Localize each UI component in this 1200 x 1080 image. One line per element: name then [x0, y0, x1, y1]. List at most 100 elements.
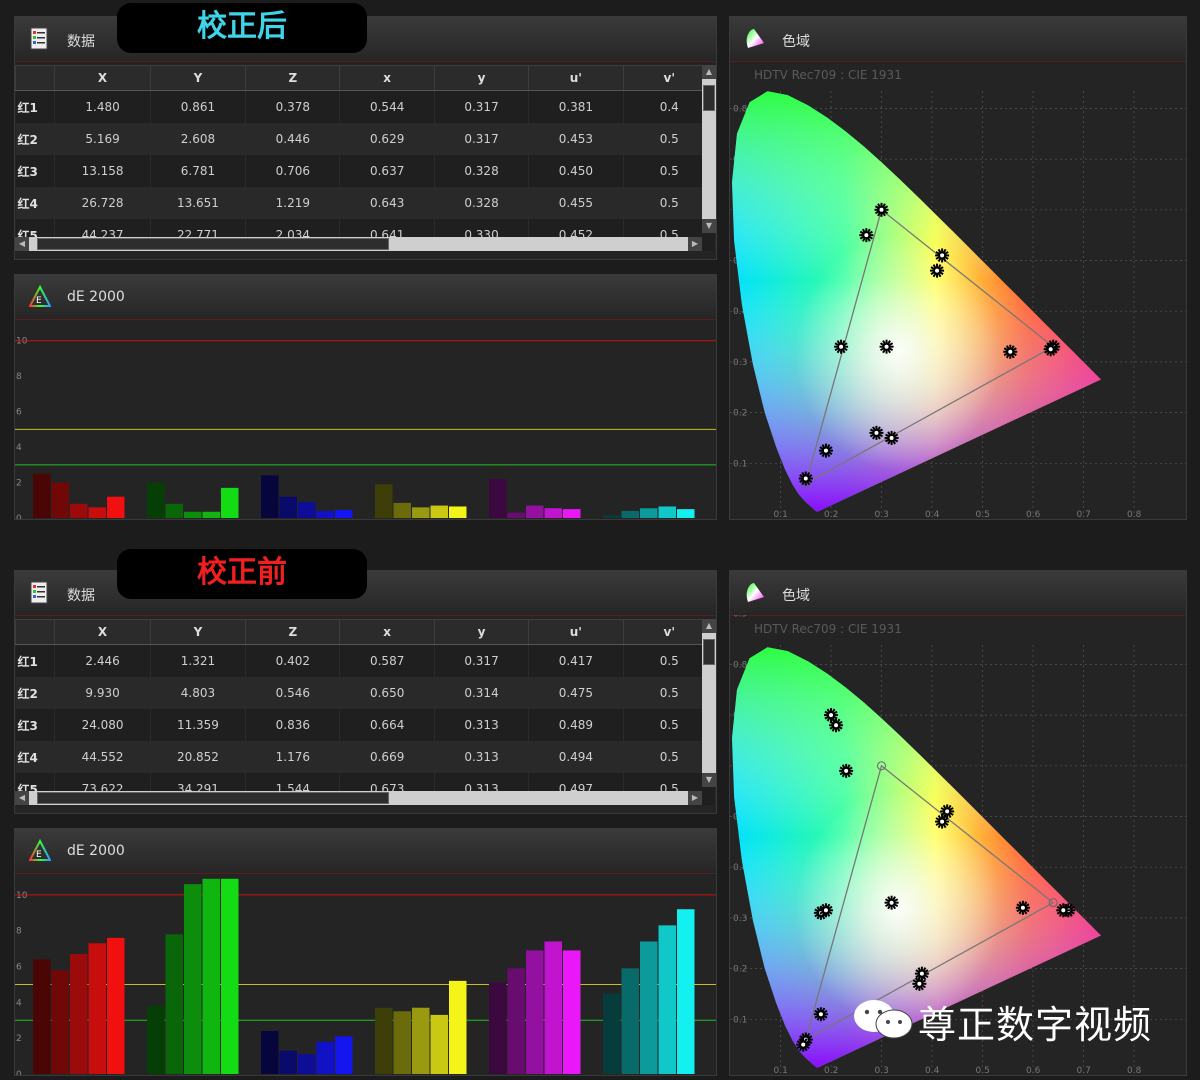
de-bar — [544, 508, 562, 518]
scroll-thumb[interactable] — [703, 639, 715, 665]
de-bar — [221, 878, 239, 1074]
column-header[interactable]: Z — [245, 619, 341, 645]
scroll-down-button[interactable]: ▼ — [702, 773, 716, 787]
measured-point-center — [801, 1042, 806, 1047]
table-cell: 0.453 — [528, 123, 624, 155]
x-tick-label: 0.1 — [774, 510, 788, 519]
column-header[interactable]: u' — [528, 65, 624, 91]
table-cell: 0.669 — [339, 741, 435, 773]
panel-title: 色域 — [782, 588, 810, 604]
table-cell: 0.489 — [528, 709, 624, 741]
measured-point-center — [1020, 905, 1025, 910]
horizontal-scrollbar[interactable]: ◀ ▶ — [15, 791, 702, 805]
row-label: 红4 — [15, 187, 56, 219]
vertical-scrollbar[interactable]: ▲ ▼ — [702, 619, 716, 787]
table-row[interactable]: 红2 5.169 2.608 0.446 0.629 0.317 0.453 0.5 — [15, 123, 716, 155]
measured-point-center — [945, 809, 950, 814]
table-cell: 0.313 — [434, 741, 530, 773]
measured-point-center — [839, 344, 844, 349]
de-bar — [107, 937, 125, 1074]
column-header[interactable]: x — [339, 619, 435, 645]
column-header[interactable]: X — [54, 65, 151, 91]
y-tick-label: 0.3 — [733, 914, 747, 924]
de-bar — [51, 970, 69, 1074]
measured-point-center — [874, 430, 879, 435]
table-cell: 24.080 — [54, 709, 151, 741]
de-bar — [449, 506, 467, 518]
de-bar — [563, 509, 581, 518]
scroll-right-button[interactable]: ▶ — [688, 237, 702, 251]
scroll-up-button[interactable]: ▲ — [702, 65, 716, 79]
x-tick-label: 0.8 — [1127, 1066, 1142, 1075]
de-bar — [70, 954, 88, 1074]
delta-e-icon: E — [29, 285, 51, 307]
de-bar — [298, 502, 316, 518]
scroll-thumb[interactable] — [703, 85, 715, 111]
table-cell: 13.158 — [54, 155, 151, 187]
de-bar — [298, 1054, 316, 1074]
de-bar — [677, 509, 695, 518]
table-row[interactable]: 红1 1.480 0.861 0.378 0.544 0.317 0.381 0.4 — [15, 90, 716, 123]
measured-point-center — [889, 900, 894, 905]
table-cell: 0.637 — [339, 155, 435, 187]
column-header[interactable]: Y — [149, 65, 247, 91]
de-bar — [563, 950, 581, 1074]
column-header[interactable]: y — [433, 65, 530, 91]
column-header[interactable]: Z — [245, 65, 341, 91]
de-bar — [261, 475, 279, 518]
color-gamut-icon — [746, 583, 764, 602]
table-cell: 0.587 — [339, 644, 435, 677]
y-tick-label: 0.1 — [733, 459, 747, 469]
measured-point-center — [889, 435, 894, 440]
measured-point-center — [864, 233, 869, 238]
table-cell: 0.861 — [150, 90, 247, 123]
de-bar — [603, 993, 621, 1074]
measured-point-center — [1048, 347, 1053, 352]
table-cell: 0.650 — [339, 677, 435, 709]
column-header[interactable]: u' — [528, 619, 624, 645]
column-header[interactable]: Y — [149, 619, 247, 645]
table-row[interactable]: 红1 2.446 1.321 0.402 0.587 0.317 0.417 0.5 — [15, 644, 716, 677]
delta-e-icon: E — [29, 839, 51, 861]
scroll-right-button[interactable]: ▶ — [688, 791, 702, 805]
scroll-up-button[interactable]: ▲ — [702, 619, 716, 633]
table-cell: 0.450 — [528, 155, 624, 187]
horizontal-scrollbar[interactable]: ◀ ▶ — [15, 237, 702, 251]
de-bar — [412, 1007, 430, 1074]
de-bar — [202, 878, 220, 1074]
table-row[interactable]: 红2 9.930 4.803 0.546 0.650 0.314 0.475 0.5 — [15, 677, 716, 709]
row-label: 红1 — [15, 90, 56, 123]
wechat-icon — [854, 1000, 913, 1039]
measured-point-center — [917, 981, 922, 986]
gamut-panel-header: 色域 — [730, 571, 1186, 616]
de-bar — [375, 1007, 393, 1074]
x-tick-label: 0.3 — [875, 510, 889, 519]
table-row[interactable]: 红3 13.158 6.781 0.706 0.637 0.328 0.450 0.5 — [15, 155, 716, 187]
de-bar — [316, 510, 334, 518]
de-bar — [658, 925, 676, 1074]
scroll-left-button[interactable]: ◀ — [15, 237, 29, 251]
de-bar — [375, 484, 393, 518]
scroll-thumb[interactable] — [37, 792, 389, 804]
data-panel-before: 数据 X Y Zx y u' v' 红1 2.446 1.321 0.402 0.587 0.317 0… — [14, 570, 717, 814]
table-row[interactable]: 红3 24.080 11.359 0.836 0.664 0.313 0.489 0.5 — [15, 709, 716, 741]
cie1931-gamut-chart: HDTV Rec709 : CIE 1931 0.1 0.2 0.3 0.4 0.5 0.6… — [730, 61, 1186, 519]
column-header[interactable]: x — [339, 65, 435, 91]
scroll-left-button[interactable]: ◀ — [15, 791, 29, 805]
x-tick-label: 0.6 — [1026, 1066, 1041, 1075]
vertical-scrollbar[interactable]: ▲ ▼ — [702, 65, 716, 233]
scroll-thumb[interactable] — [37, 238, 389, 250]
column-header[interactable]: X — [54, 619, 151, 645]
de-bar — [107, 496, 125, 518]
table-cell: 0.664 — [339, 709, 435, 741]
scroll-down-button[interactable]: ▼ — [702, 219, 716, 233]
de-bar — [165, 503, 183, 518]
table-cell: 0.317 — [434, 644, 530, 677]
measured-point-center — [829, 713, 833, 718]
x-tick-label: 0.6 — [1026, 510, 1041, 519]
table-row[interactable]: 红4 26.728 13.651 1.219 0.643 0.328 0.455 0.5 — [15, 187, 716, 219]
column-header[interactable]: y — [433, 619, 530, 645]
de-bar — [507, 968, 525, 1074]
de2000-panel-before: E dE 2000 0 2 4 6 8 10 — [14, 828, 717, 1076]
table-row[interactable]: 红4 44.552 20.852 1.176 0.669 0.313 0.494 0.5 — [15, 741, 716, 773]
